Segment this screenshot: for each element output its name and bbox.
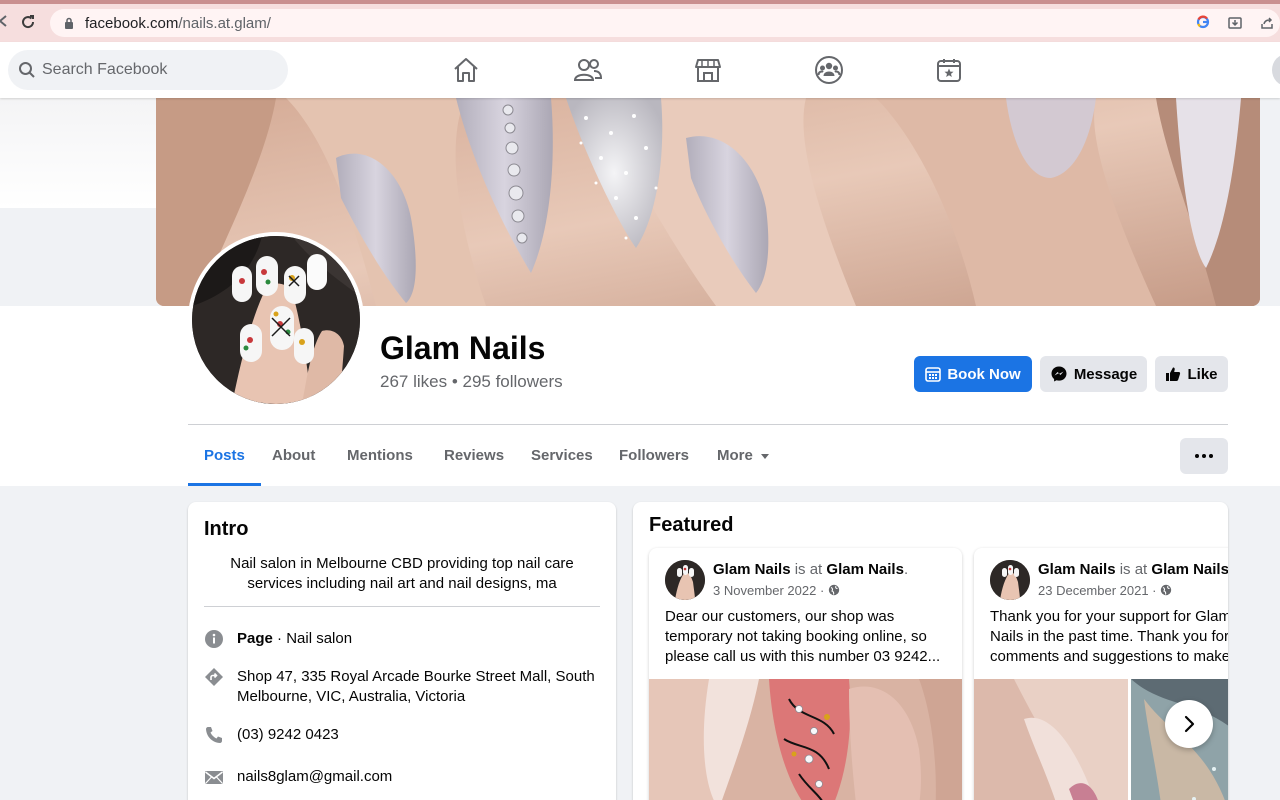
post-line: Nails in the past time. Thank you for <box>990 628 1228 645</box>
page-title: Glam Nails <box>380 330 546 366</box>
intro-category-value: · Nail salon <box>272 630 353 647</box>
header-divider <box>188 424 1228 425</box>
featured-title: Featured <box>649 514 734 536</box>
dot <box>1202 454 1206 458</box>
post-line: Thank you for your support for Glam <box>990 608 1228 625</box>
home-icon[interactable] <box>450 54 482 86</box>
message-button[interactable]: Message <box>1040 356 1147 392</box>
globe-icon <box>1160 584 1172 596</box>
lock-icon <box>64 16 74 29</box>
featured-card: Featured Glam Nails is at Glam Nails. 3 … <box>633 502 1228 800</box>
cover-side-fade <box>0 98 160 208</box>
post-period: . <box>903 561 909 578</box>
url-path: /nails.at.glam/ <box>178 15 271 32</box>
browser-toolbar: facebook.com/nails.at.glam/ <box>0 0 1280 42</box>
intro-divider <box>204 606 600 607</box>
post-line: please call us with this number 03 9242.… <box>665 648 941 665</box>
caret-down-icon <box>760 453 769 459</box>
intro-title: Intro <box>204 518 249 540</box>
search-input[interactable] <box>42 50 272 90</box>
tab-more-label: More <box>717 447 753 464</box>
intro-phone[interactable]: (03) 9242 0423 <box>237 725 607 745</box>
intro-category-label[interactable]: Page <box>237 630 273 647</box>
intro-address: Shop 47, 335 Royal Arcade Bourke Street … <box>237 668 595 705</box>
post-author[interactable]: Glam Nails <box>713 561 791 578</box>
message-label: Message <box>1073 365 1138 383</box>
facebook-header <box>0 42 1280 98</box>
post-header: Glam Nails is at Glam Nails. <box>713 561 908 578</box>
phone-icon <box>204 725 224 745</box>
groups-icon[interactable] <box>813 54 845 86</box>
post-line: temporary not taking booking online, so <box>665 628 927 645</box>
marketplace-icon[interactable] <box>692 54 724 86</box>
book-now-label: Book Now <box>947 365 1021 383</box>
url-domain: facebook.com <box>85 15 179 32</box>
back-arrow-icon[interactable] <box>0 14 14 34</box>
intro-card: Intro Nail salon in Melbourne CBD provid… <box>188 502 616 800</box>
messenger-icon <box>1051 366 1067 382</box>
post-body: Thank you for your support for Glam Nail… <box>990 607 1228 667</box>
dot <box>1209 454 1213 458</box>
tab-services[interactable]: Services <box>515 426 609 486</box>
post-author-avatar[interactable] <box>665 560 705 600</box>
like-button[interactable]: Like <box>1155 356 1228 392</box>
calendar-icon <box>925 367 942 382</box>
post-author[interactable]: Glam Nails <box>1038 561 1116 578</box>
post-header: Glam Nails is at Glam Nails. <box>1038 561 1228 578</box>
search-icon <box>19 62 35 78</box>
carousel-next-button[interactable] <box>1165 700 1213 748</box>
post-date-text: 3 November 2022 · <box>713 583 825 598</box>
info-icon <box>204 629 224 649</box>
tab-more[interactable]: More <box>701 426 785 486</box>
tab-mentions[interactable]: Mentions <box>331 426 429 486</box>
profile-picture[interactable] <box>188 232 364 408</box>
tab-reviews[interactable]: Reviews <box>428 426 520 486</box>
chevron-right-icon <box>1184 715 1195 733</box>
post-author-avatar[interactable] <box>990 560 1030 600</box>
post-place[interactable]: Glam Nails <box>826 561 904 578</box>
reload-icon[interactable] <box>18 14 38 34</box>
dot <box>1195 454 1199 458</box>
globe-icon <box>828 584 840 596</box>
intro-email[interactable]: nails8glam@gmail.com <box>237 767 607 787</box>
tab-followers[interactable]: Followers <box>603 426 705 486</box>
more-options-button[interactable] <box>1180 438 1228 474</box>
featured-post[interactable]: Glam Nails is at Glam Nails. 23 December… <box>974 548 1228 800</box>
page-stats: 267 likes • 295 followers <box>380 372 563 391</box>
post-body: Dear our customers, our shop was tempora… <box>665 607 955 667</box>
post-line: Dear our customers, our shop was <box>665 608 895 625</box>
post-date[interactable]: 3 November 2022 · <box>713 583 840 598</box>
post-date-text: 23 December 2021 · <box>1038 583 1157 598</box>
thumbs-up-icon <box>1166 367 1181 381</box>
google-icon[interactable] <box>1195 15 1211 31</box>
account-avatar[interactable] <box>1272 54 1280 86</box>
email-icon <box>204 767 224 787</box>
book-now-button[interactable]: Book Now <box>914 356 1032 392</box>
post-line: comments and suggestions to make <box>990 648 1228 665</box>
url-text[interactable]: facebook.com/nails.at.glam/ <box>85 15 271 32</box>
tab-posts[interactable]: Posts <box>188 426 261 486</box>
post-place[interactable]: Glam Nails <box>1151 561 1228 578</box>
tab-about[interactable]: About <box>256 426 331 486</box>
address-bar[interactable]: facebook.com/nails.at.glam/ <box>50 9 1280 37</box>
featured-post[interactable]: Glam Nails is at Glam Nails. 3 November … <box>649 548 962 800</box>
share-icon[interactable] <box>1259 15 1275 31</box>
post-connector: is at <box>1115 561 1152 578</box>
post-photo[interactable] <box>649 679 962 800</box>
like-label: Like <box>1187 365 1218 383</box>
search-box[interactable] <box>8 50 288 90</box>
post-connector: is at <box>790 561 827 578</box>
friends-icon[interactable] <box>572 54 604 86</box>
gaming-icon[interactable] <box>933 54 965 86</box>
post-date[interactable]: 23 December 2021 · <box>1038 583 1172 598</box>
install-icon[interactable] <box>1227 15 1243 31</box>
directions-icon <box>204 667 224 687</box>
intro-bio: Nail salon in Melbourne CBD providing to… <box>230 555 574 592</box>
